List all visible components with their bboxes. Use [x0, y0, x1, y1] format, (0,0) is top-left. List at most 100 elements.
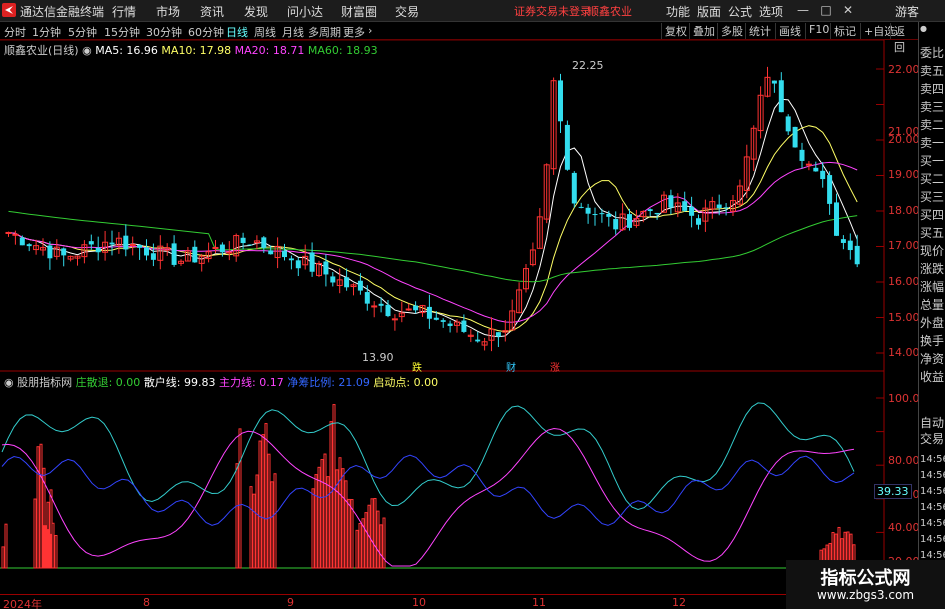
indicator-bar — [252, 493, 256, 569]
f10-button[interactable]: F10 — [805, 23, 832, 39]
period-30min[interactable]: 30分钟 — [146, 24, 182, 40]
period-15min[interactable]: 15分钟 — [104, 24, 140, 40]
candle-body — [558, 80, 563, 122]
candle-body — [834, 202, 839, 236]
date-label-10: 10 — [412, 596, 426, 609]
menu-wealth-circle[interactable]: 财富圈 — [341, 3, 377, 20]
candle-body — [330, 276, 336, 283]
indicator-bar — [370, 498, 374, 569]
period-5min[interactable]: 5分钟 — [68, 24, 97, 40]
kline-canvas[interactable] — [0, 40, 918, 372]
minimize-icon[interactable]: — — [795, 2, 811, 18]
period-intraday[interactable]: 分时 — [4, 24, 26, 40]
maximize-icon[interactable]: □ — [818, 2, 834, 18]
candle-body — [495, 332, 501, 337]
menu-trade[interactable]: 交易 — [395, 3, 419, 20]
indicator-bar — [341, 468, 345, 569]
watermark-title: 指标公式网 — [820, 568, 911, 589]
indicator-settings-icon[interactable]: ◉ — [4, 376, 14, 389]
candle-body — [109, 242, 115, 245]
price-tick-15: 15.00 — [888, 311, 920, 324]
menu-formula[interactable]: 公式 — [728, 3, 752, 20]
menu-xiaoda[interactable]: 问小达 — [287, 3, 323, 20]
back-button[interactable]: 返回 — [890, 23, 918, 54]
mark-button[interactable]: 标记 — [830, 23, 859, 39]
menu-layout[interactable]: 版面 — [697, 3, 721, 20]
multi-stock-button[interactable]: 多股 — [717, 23, 746, 39]
chevron-right-icon[interactable]: › — [368, 24, 372, 37]
period-daily[interactable]: 日线 — [226, 24, 248, 40]
candle-body — [129, 243, 136, 246]
side-time: 14:56 — [920, 470, 945, 481]
indicator-header: ◉ 股朋指标网 庄散退: 0.00 散户线: 99.83 主力线: 0.17 净… — [4, 374, 438, 390]
side-time: 14:56 — [920, 518, 945, 529]
field-start-point: 启动点: 0.00 — [373, 376, 439, 389]
ind-tick-80: 80.00 — [888, 454, 920, 467]
statistics-button[interactable]: 统计 — [745, 23, 774, 39]
adjust-button[interactable]: 复权 — [661, 23, 690, 39]
side-label: 委比 — [920, 46, 945, 60]
draw-line-button[interactable]: 画线 — [775, 23, 804, 39]
indicator-bar — [347, 498, 351, 569]
candle-body — [426, 306, 432, 319]
period-multi[interactable]: 多周期 — [308, 24, 341, 40]
overlay-button[interactable]: 叠加 — [689, 23, 718, 39]
indicator-bar — [273, 473, 277, 569]
close-icon[interactable]: ✕ — [840, 2, 856, 18]
menu-news[interactable]: 资讯 — [200, 3, 224, 20]
indicator-bar — [51, 522, 55, 569]
menu-discover[interactable]: 发现 — [244, 3, 268, 20]
kline-chart[interactable]: 顺鑫农业(日线) ◉ MA5: 16.96 MA10: 17.98 MA20: … — [0, 40, 920, 374]
candle-body — [696, 218, 701, 225]
candle-body — [364, 292, 370, 304]
candle-body — [785, 116, 791, 132]
ma60-label: MA60: 18.93 — [307, 44, 378, 57]
ind-tick-40: 40.00 — [888, 521, 920, 534]
period-60min[interactable]: 60分钟 — [188, 24, 224, 40]
indicator-bar — [358, 523, 362, 569]
side-auto[interactable]: 自动 — [920, 414, 945, 431]
trade-login-warning[interactable]: 证券交易未登录 — [514, 3, 591, 19]
indicator-bar — [270, 481, 274, 569]
candle-body — [682, 201, 688, 211]
side-label: 外盘 — [920, 316, 945, 330]
side-trade[interactable]: 交易 — [920, 430, 945, 447]
app-title: 通达信金融终端 — [20, 5, 105, 19]
side-label: 卖二 — [920, 118, 945, 132]
indicator-title: 股朋指标网 — [17, 376, 73, 389]
indicator-bar — [344, 480, 348, 569]
menu-market[interactable]: 市场 — [156, 3, 180, 20]
period-monthly[interactable]: 月线 — [282, 24, 304, 40]
candle-body — [571, 172, 577, 204]
date-label-8: 8 — [143, 596, 150, 609]
period-1min[interactable]: 1分钟 — [32, 24, 61, 40]
candle-body — [689, 206, 695, 216]
menu-functions[interactable]: 功能 — [666, 3, 690, 20]
quote-side-panel: ● 委比 卖五 卖四 卖三 卖二 卖一 买一 买二 买三 买四 买五 现价 涨跌 涨幅 总量 外盘 换手 净资 收益… — [918, 22, 945, 609]
indicator-canvas[interactable] — [0, 372, 918, 594]
candle-body — [840, 239, 846, 243]
candle-body — [268, 250, 274, 255]
candle-body — [413, 305, 419, 311]
candle-body — [323, 261, 329, 275]
period-weekly[interactable]: 周线 — [254, 24, 276, 40]
side-label: 买一 — [920, 154, 945, 168]
indicator-bar — [258, 440, 262, 569]
period-more[interactable]: 更多 — [343, 24, 365, 40]
main-line — [1, 427, 855, 567]
menu-market-quote[interactable]: 行情 — [112, 3, 136, 20]
indicator-bar — [376, 510, 380, 569]
settings-icon[interactable]: ◉ — [82, 44, 92, 57]
candle-body — [240, 237, 246, 244]
indicator-chart[interactable]: ◉ 股朋指标网 庄散退: 0.00 散户线: 99.83 主力线: 0.17 净… — [0, 372, 927, 594]
ma10-line — [8, 125, 858, 333]
ma20-label: MA20: 18.71 — [234, 44, 305, 57]
price-tick-18: 18.00 — [888, 204, 920, 217]
indicator-bar — [235, 463, 239, 569]
menu-options[interactable]: 选项 — [759, 3, 783, 20]
candle-body — [309, 252, 315, 272]
candle-body — [461, 320, 467, 332]
user-guest[interactable]: 游客 — [895, 3, 919, 20]
candle-body — [447, 323, 453, 326]
indicator-bar — [317, 466, 321, 569]
